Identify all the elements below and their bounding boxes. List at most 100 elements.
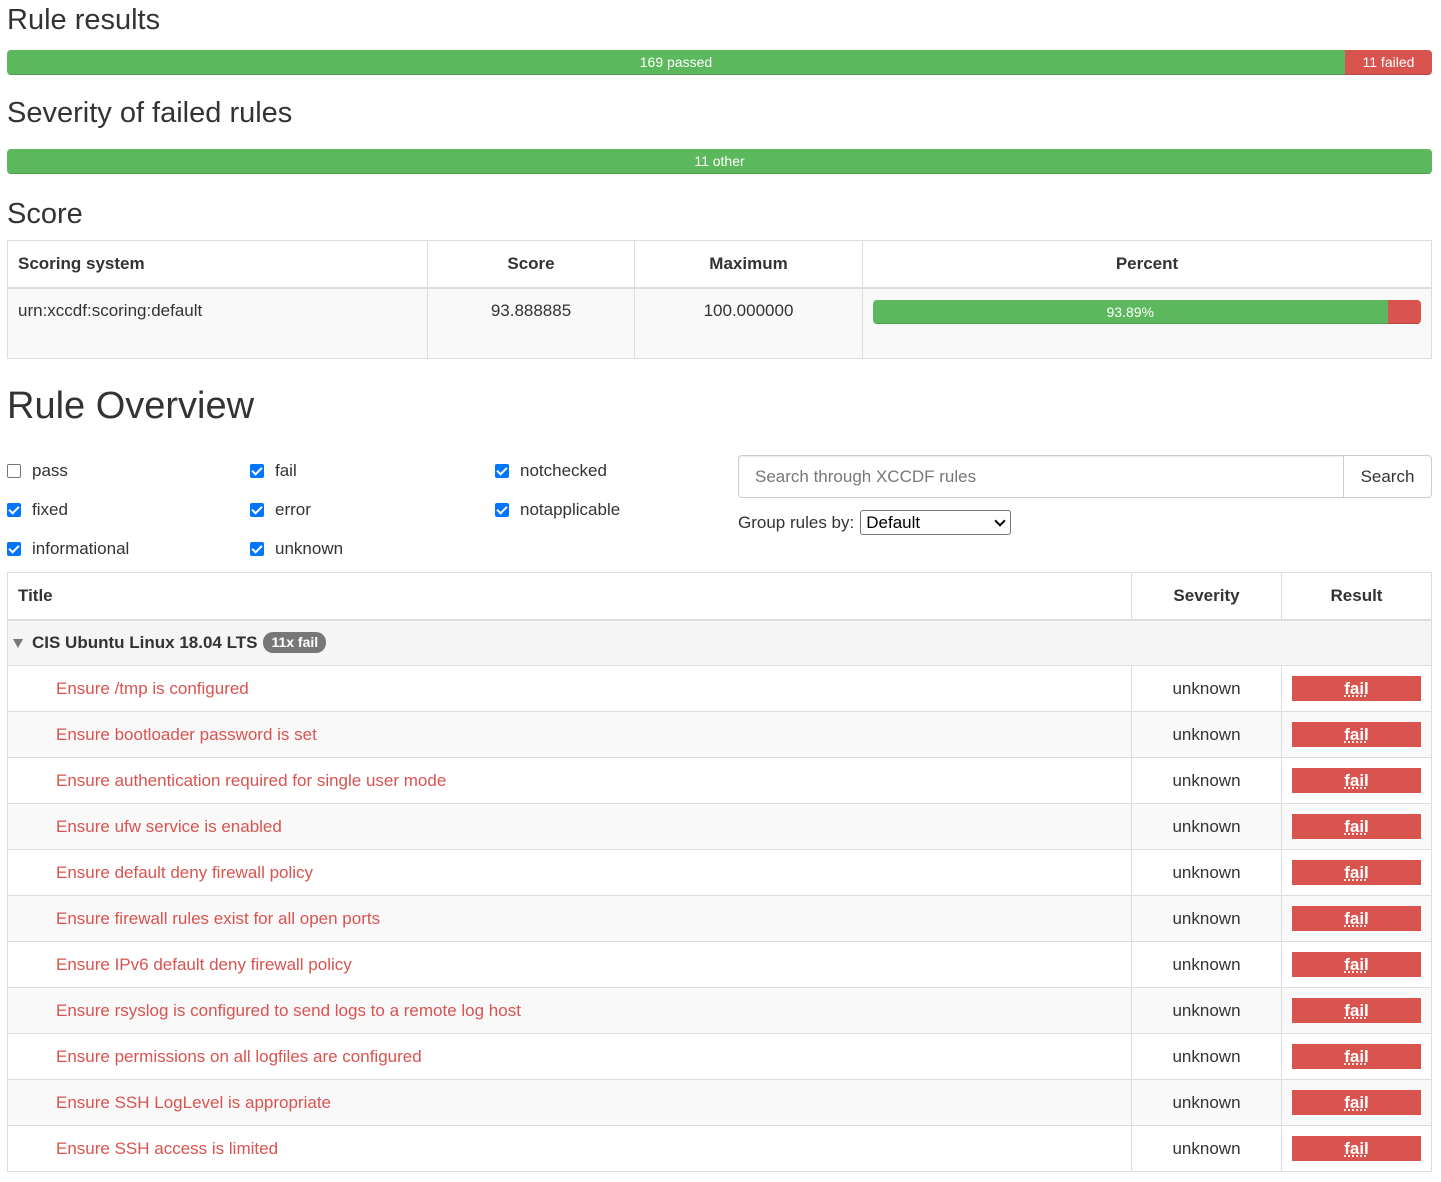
filter-notchecked-checkbox[interactable] (495, 463, 509, 478)
filter-unknown-checkbox[interactable] (250, 541, 264, 556)
rule-title-link[interactable]: Ensure rsyslog is configured to send log… (7, 987, 1132, 1034)
rule-row: Ensure permissions on all logfiles are c… (7, 1033, 1432, 1080)
search-input[interactable]: Search through XCCDF rules (738, 455, 1344, 498)
filter-informational[interactable]: informational (7, 533, 250, 565)
rule-title-link[interactable]: Ensure IPv6 default deny firewall policy (7, 941, 1132, 988)
group-by-label: Group rules by: (738, 512, 855, 532)
rule-row: Ensure IPv6 default deny firewall policy… (7, 941, 1432, 988)
rule-title-link[interactable]: Ensure default deny firewall policy (7, 849, 1132, 896)
col-title: Title (7, 572, 1132, 621)
rule-severity: unknown (1131, 757, 1282, 804)
search-button[interactable]: Search (1344, 455, 1432, 498)
maximum-value: 100.000000 (634, 287, 863, 359)
scoring-system-value: urn:xccdf:scoring:default (7, 287, 428, 359)
rule-title-link[interactable]: Ensure authentication required for singl… (7, 757, 1132, 804)
rule-result-cell: fail (1281, 803, 1432, 850)
percent-cell: 93.89% (862, 287, 1432, 359)
filter-informational-checkbox[interactable] (7, 541, 21, 556)
filter-label: informational (32, 538, 130, 558)
rule-result-cell: fail (1281, 1033, 1432, 1080)
filter-error[interactable]: error (250, 494, 495, 526)
rule-table: Title Severity Result CIS Ubuntu Linux 1… (7, 572, 1432, 1172)
rule-title-link[interactable]: Ensure permissions on all logfiles are c… (7, 1033, 1132, 1080)
group-cell: CIS Ubuntu Linux 18.04 LTS 11x fail (7, 619, 1432, 666)
filter-label: pass (32, 460, 68, 480)
result-fail-label[interactable]: fail (1292, 860, 1421, 885)
filter-label: unknown (275, 538, 344, 558)
rule-title-link[interactable]: Ensure SSH access is limited (7, 1125, 1132, 1172)
rule-title-link[interactable]: Ensure /tmp is configured (7, 665, 1132, 712)
group-by: Group rules by: Default (738, 510, 1432, 535)
other-severity-bar: 11 other (7, 149, 1432, 174)
filter-pass-checkbox[interactable] (7, 463, 21, 478)
rule-severity: unknown (1131, 1079, 1282, 1126)
severity-heading: Severity of failed rules (7, 97, 293, 129)
search-area: Search through XCCDF rules Search Group … (738, 441, 1432, 572)
group-row[interactable]: CIS Ubuntu Linux 18.04 LTS 11x fail (7, 619, 1432, 666)
result-fail-label[interactable]: fail (1292, 1136, 1421, 1161)
rule-severity: unknown (1131, 1033, 1282, 1080)
filter-fixed-checkbox[interactable] (7, 502, 21, 517)
group-by-select[interactable]: Default (860, 510, 1012, 535)
result-fail-label[interactable]: fail (1292, 722, 1421, 747)
col-severity: Severity (1131, 572, 1282, 621)
filter-label: error (275, 499, 311, 519)
group-by-value: Default (866, 512, 921, 532)
score-value: 93.888885 (427, 287, 635, 359)
percent-remaining-bar (1387, 299, 1421, 324)
rule-results-progress: 169 passed 11 failed (7, 50, 1432, 75)
col-scoring-system: Scoring system (7, 240, 428, 289)
result-fail-label[interactable]: fail (1292, 906, 1421, 931)
rule-overview-controls: pass fail notchecked fixed error notapplicabl… (7, 441, 1432, 572)
result-fail-label[interactable]: fail (1292, 1044, 1421, 1069)
chevron-down-icon (994, 514, 1006, 527)
rule-row: Ensure /tmp is configured unknown fail (7, 665, 1432, 712)
rule-title-link[interactable]: Ensure firewall rules exist for all open… (7, 895, 1132, 942)
col-maximum: Maximum (634, 240, 863, 289)
filter-unknown[interactable]: unknown (250, 533, 495, 565)
severity-progress: 11 other (7, 149, 1432, 174)
rule-severity: unknown (1131, 849, 1282, 896)
result-fail-label[interactable]: fail (1292, 814, 1421, 839)
filter-fail-checkbox[interactable] (250, 463, 264, 478)
rule-result-cell: fail (1281, 1125, 1432, 1172)
filter-notchecked[interactable]: notchecked (495, 455, 738, 487)
rule-result-cell: fail (1281, 987, 1432, 1034)
result-fail-label[interactable]: fail (1292, 998, 1421, 1023)
fail-count-badge: 11x fail (263, 632, 327, 654)
rule-title-link[interactable]: Ensure bootloader password is set (7, 711, 1132, 758)
rule-row: Ensure rsyslog is configured to send log… (7, 987, 1432, 1034)
result-fail-label[interactable]: fail (1292, 1090, 1421, 1115)
rule-row: Ensure bootloader password is set unknown… (7, 711, 1432, 758)
rule-title-link[interactable]: Ensure SSH LogLevel is appropriate (7, 1079, 1132, 1126)
result-fail-label[interactable]: fail (1292, 952, 1421, 977)
rule-severity: unknown (1131, 987, 1282, 1034)
result-fail-label[interactable]: fail (1292, 768, 1421, 793)
rule-overview-heading: Rule Overview (7, 385, 255, 427)
rule-severity: unknown (1131, 711, 1282, 758)
filter-notapplicable-checkbox[interactable] (495, 502, 509, 517)
rule-row: Ensure authentication required for singl… (7, 757, 1432, 804)
rule-severity: unknown (1131, 1125, 1282, 1172)
group-name: CIS Ubuntu Linux 18.04 LTS (32, 632, 258, 652)
score-table: Scoring system Score Maximum Percent urn… (7, 240, 1432, 359)
failed-bar: 11 failed (1344, 50, 1432, 75)
filter-label: notapplicable (520, 499, 621, 519)
filter-fixed[interactable]: fixed (7, 494, 250, 526)
filter-error-checkbox[interactable] (250, 502, 264, 517)
rule-row: Ensure SSH LogLevel is appropriate unknow… (7, 1079, 1432, 1126)
result-filters: pass fail notchecked fixed error notapplicabl… (7, 441, 738, 572)
result-fail-label[interactable]: fail (1292, 676, 1421, 701)
rule-title-link[interactable]: Ensure ufw service is enabled (7, 803, 1132, 850)
filter-fail[interactable]: fail (250, 455, 495, 487)
col-score: Score (427, 240, 635, 289)
collapse-triangle-icon[interactable] (13, 639, 23, 649)
filter-notapplicable[interactable]: notapplicable (495, 494, 738, 526)
filter-pass[interactable]: pass (7, 455, 250, 487)
search-group: Search through XCCDF rules Search (738, 455, 1432, 498)
rule-row: Ensure firewall rules exist for all open… (7, 895, 1432, 942)
rule-severity: unknown (1131, 665, 1282, 712)
score-heading: Score (7, 198, 83, 230)
rule-severity: unknown (1131, 941, 1282, 988)
score-percent-progress: 93.89% (873, 299, 1421, 324)
